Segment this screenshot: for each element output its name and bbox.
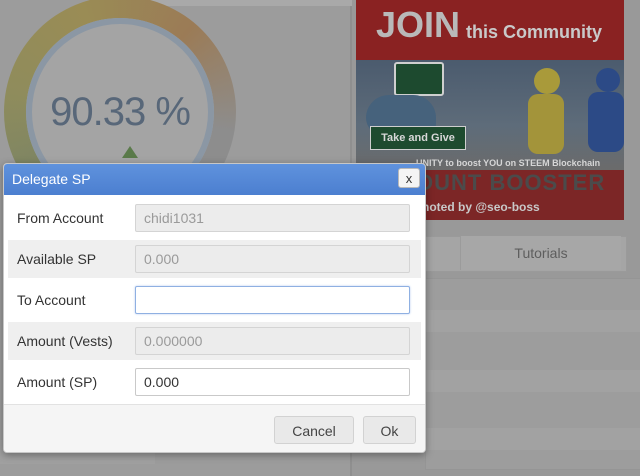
banner-join-text: JOIN [376, 4, 461, 45]
banner-promoted-text: noted by @seo-boss [422, 200, 540, 214]
take-and-give-sign: Take and Give [370, 126, 466, 150]
banner-top: JOIN this Community [356, 0, 624, 60]
delegate-sp-dialog: Delegate SP x From Account chidi1031 Ava… [3, 163, 426, 453]
dialog-titlebar: Delegate SP x [4, 164, 425, 195]
amount-sp-row: Amount (SP) 0.000 [4, 363, 425, 401]
background-row [425, 370, 640, 392]
amount-vests-label: Amount (Vests) [8, 322, 124, 360]
to-account-cell [124, 281, 421, 319]
dialog-title: Delegate SP [12, 171, 91, 187]
from-account-cell: chidi1031 [124, 199, 421, 237]
from-account-label: From Account [17, 210, 104, 226]
close-button[interactable]: x [398, 168, 420, 188]
banner-illustration: Take and Give [356, 60, 624, 170]
gauge-value: 90.33 % [50, 89, 191, 134]
dialog-footer: Cancel Ok [4, 404, 425, 452]
blue-figure-head-icon [596, 68, 620, 92]
from-account-row: From Account chidi1031 [4, 199, 425, 237]
yellow-figure-body-icon [528, 94, 564, 154]
available-sp-row: Available SP 0.000 [4, 240, 425, 278]
blue-figure-body-icon [588, 92, 624, 152]
yellow-figure-head-icon [534, 68, 560, 94]
background-row [425, 428, 640, 450]
banner-tagline: UNITY to boost YOU on STEEM Blockchain [416, 158, 601, 168]
gauge-needle-icon [122, 146, 138, 158]
arrow-sign-icon [394, 62, 444, 96]
amount-sp-input[interactable]: 0.000 [135, 368, 410, 396]
available-sp-cell: 0.000 [124, 240, 421, 278]
tab-tutorials: Tutorials [460, 236, 621, 270]
background-row [425, 310, 640, 332]
available-sp-label: Available SP [8, 240, 124, 278]
amount-vests-row: Amount (Vests) 0.000000 [4, 322, 425, 360]
from-account-field: chidi1031 [135, 204, 410, 232]
amount-sp-label: Amount (SP) [17, 374, 98, 390]
amount-sp-cell: 0.000 [124, 363, 421, 401]
available-sp-field: 0.000 [135, 245, 410, 273]
to-account-label: To Account [17, 292, 86, 308]
amount-vests-field: 0.000000 [135, 327, 410, 355]
ok-button[interactable]: Ok [363, 416, 416, 444]
banner-community-text: this Community [466, 22, 603, 42]
cancel-button[interactable]: Cancel [274, 416, 354, 444]
banner-booster-text: OUNT BOOSTER [416, 170, 606, 195]
to-account-input[interactable] [135, 286, 410, 314]
to-account-row: To Account [4, 281, 425, 319]
amount-vests-cell: 0.000000 [124, 322, 421, 360]
